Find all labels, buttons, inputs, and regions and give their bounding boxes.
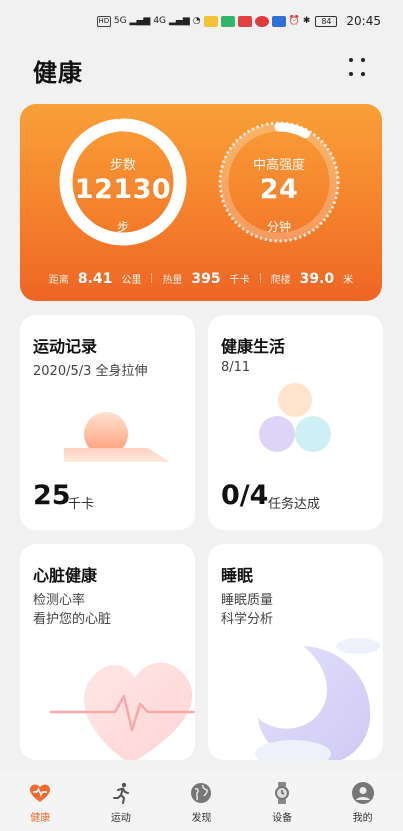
sim1-icon: HD [96, 15, 111, 27]
dot-icon [361, 58, 365, 62]
nav-item-devices[interactable]: 设备 [252, 781, 312, 824]
metrics-row: 距离 8.41 公里 热量 395 千卡 爬楼 39.0 米 [20, 271, 382, 287]
climb-unit: 米 [343, 275, 354, 286]
app-notification-icon [237, 15, 252, 27]
dot-icon [349, 72, 353, 76]
steps-unit: 步 [116, 220, 129, 234]
divider [151, 273, 153, 283]
healthy-life-illustration [259, 383, 331, 452]
calories-value: 395 [191, 271, 221, 287]
distance-unit: 公里 [121, 275, 142, 286]
sleep-line1: 睡眠质量 [221, 593, 274, 608]
nav-label-me: 我的 [352, 813, 373, 824]
sleep-title: 睡眠 [221, 566, 254, 585]
more-options-button[interactable] [349, 58, 369, 78]
running-icon [112, 782, 129, 804]
page-title: 健康 [33, 59, 83, 87]
moon-illustration [255, 638, 380, 760]
intensity-unit: 分钟 [266, 220, 291, 234]
nav-item-health[interactable]: 健康 [10, 781, 70, 824]
climb-value: 39.0 [299, 271, 335, 287]
activity-summary-card[interactable]: 步数 12130 步 中高强度 24 分钟 距离 8.41 公里 热量 395 … [20, 104, 382, 301]
calories-unit: 千卡 [229, 275, 250, 286]
heart-health-line1: 检测心率 [33, 593, 86, 608]
heart-pulse-icon [30, 784, 51, 802]
distance-value: 8.41 [77, 271, 113, 287]
heart-illustration [50, 662, 195, 760]
user-icon [351, 782, 374, 804]
alarm-icon: ⏰ [288, 16, 300, 26]
watch-icon [275, 782, 290, 804]
bluetooth-icon: ✱ [302, 16, 311, 26]
app-notification-icon [254, 15, 269, 27]
nav-label-devices: 设备 [272, 813, 293, 824]
intensity-value: 24 [259, 174, 299, 205]
signal-bars-icon: ▂▄▆ [169, 16, 190, 26]
heart-health-card[interactable]: 心脏健康 检测心率 看护您的心脏 [20, 544, 195, 760]
signal-5g-icon: 5G [113, 16, 127, 26]
exercise-calories-unit: 千卡 [68, 497, 95, 512]
nav-label-health: 健康 [30, 813, 51, 824]
header: 健康 [0, 48, 403, 88]
app-notification-icon [220, 15, 235, 27]
healthy-life-title: 健康生活 [221, 337, 286, 356]
clock-time: 20:45 [346, 14, 381, 28]
signal-4g-icon: 4G [153, 16, 167, 26]
exercise-record-subtitle: 2020/5/3 全身拉伸 [33, 364, 148, 379]
dot-icon [361, 72, 365, 76]
distance-label: 距离 [48, 275, 69, 286]
globe-icon [191, 783, 212, 803]
steps-label: 步数 [109, 158, 136, 173]
nav-label-exercise: 运动 [110, 813, 131, 824]
sleep-card[interactable]: 睡眠 睡眠质量 科学分析 [208, 544, 383, 760]
steps-value: 12130 [74, 174, 172, 205]
sleep-line2: 科学分析 [221, 612, 274, 627]
climb-label: 爬楼 [270, 275, 291, 286]
steps-ring[interactable]: 步数 12130 步 [57, 116, 189, 248]
app-notification-icon [271, 15, 286, 27]
bottom-nav: 健康 运动 发现 设备 我的 [0, 771, 403, 831]
healthy-life-card[interactable]: 健康生活 8/11 0/4 任务达成 [208, 315, 383, 530]
intensity-ring[interactable]: 中高强度 24 分钟 [213, 116, 345, 248]
calories-label: 热量 [162, 275, 183, 286]
nav-item-discover[interactable]: 发现 [171, 781, 231, 824]
exercise-calories-value: 25 [33, 480, 71, 511]
status-bar: HD 5G ▂▄▆ 4G ▂▄▆ ◔ ⏰ ✱ 84 20:45 [0, 0, 403, 42]
wifi-icon: ◔ [192, 16, 201, 26]
exercise-record-card[interactable]: 运动记录 2020/5/3 全身拉伸 25 千卡 [20, 315, 195, 530]
tasks-completed-value: 0/4 [221, 480, 269, 511]
healthy-life-subtitle: 8/11 [221, 360, 251, 375]
battery-icon: 84 [315, 15, 338, 27]
app-notification-icon [203, 15, 218, 27]
dot-icon [349, 58, 353, 62]
tasks-completed-unit: 任务达成 [268, 497, 321, 512]
heart-health-title: 心脏健康 [33, 566, 98, 585]
nav-item-me[interactable]: 我的 [333, 781, 393, 824]
signal-bars-icon: ▂▄▆ [129, 16, 151, 26]
exercise-record-title: 运动记录 [33, 337, 98, 356]
intensity-label: 中高强度 [252, 158, 305, 173]
nav-item-exercise[interactable]: 运动 [91, 781, 151, 824]
nav-label-discover: 发现 [191, 813, 212, 824]
divider [259, 273, 261, 283]
heart-health-line2: 看护您的心脏 [33, 612, 112, 627]
exercise-illustration [64, 412, 170, 462]
